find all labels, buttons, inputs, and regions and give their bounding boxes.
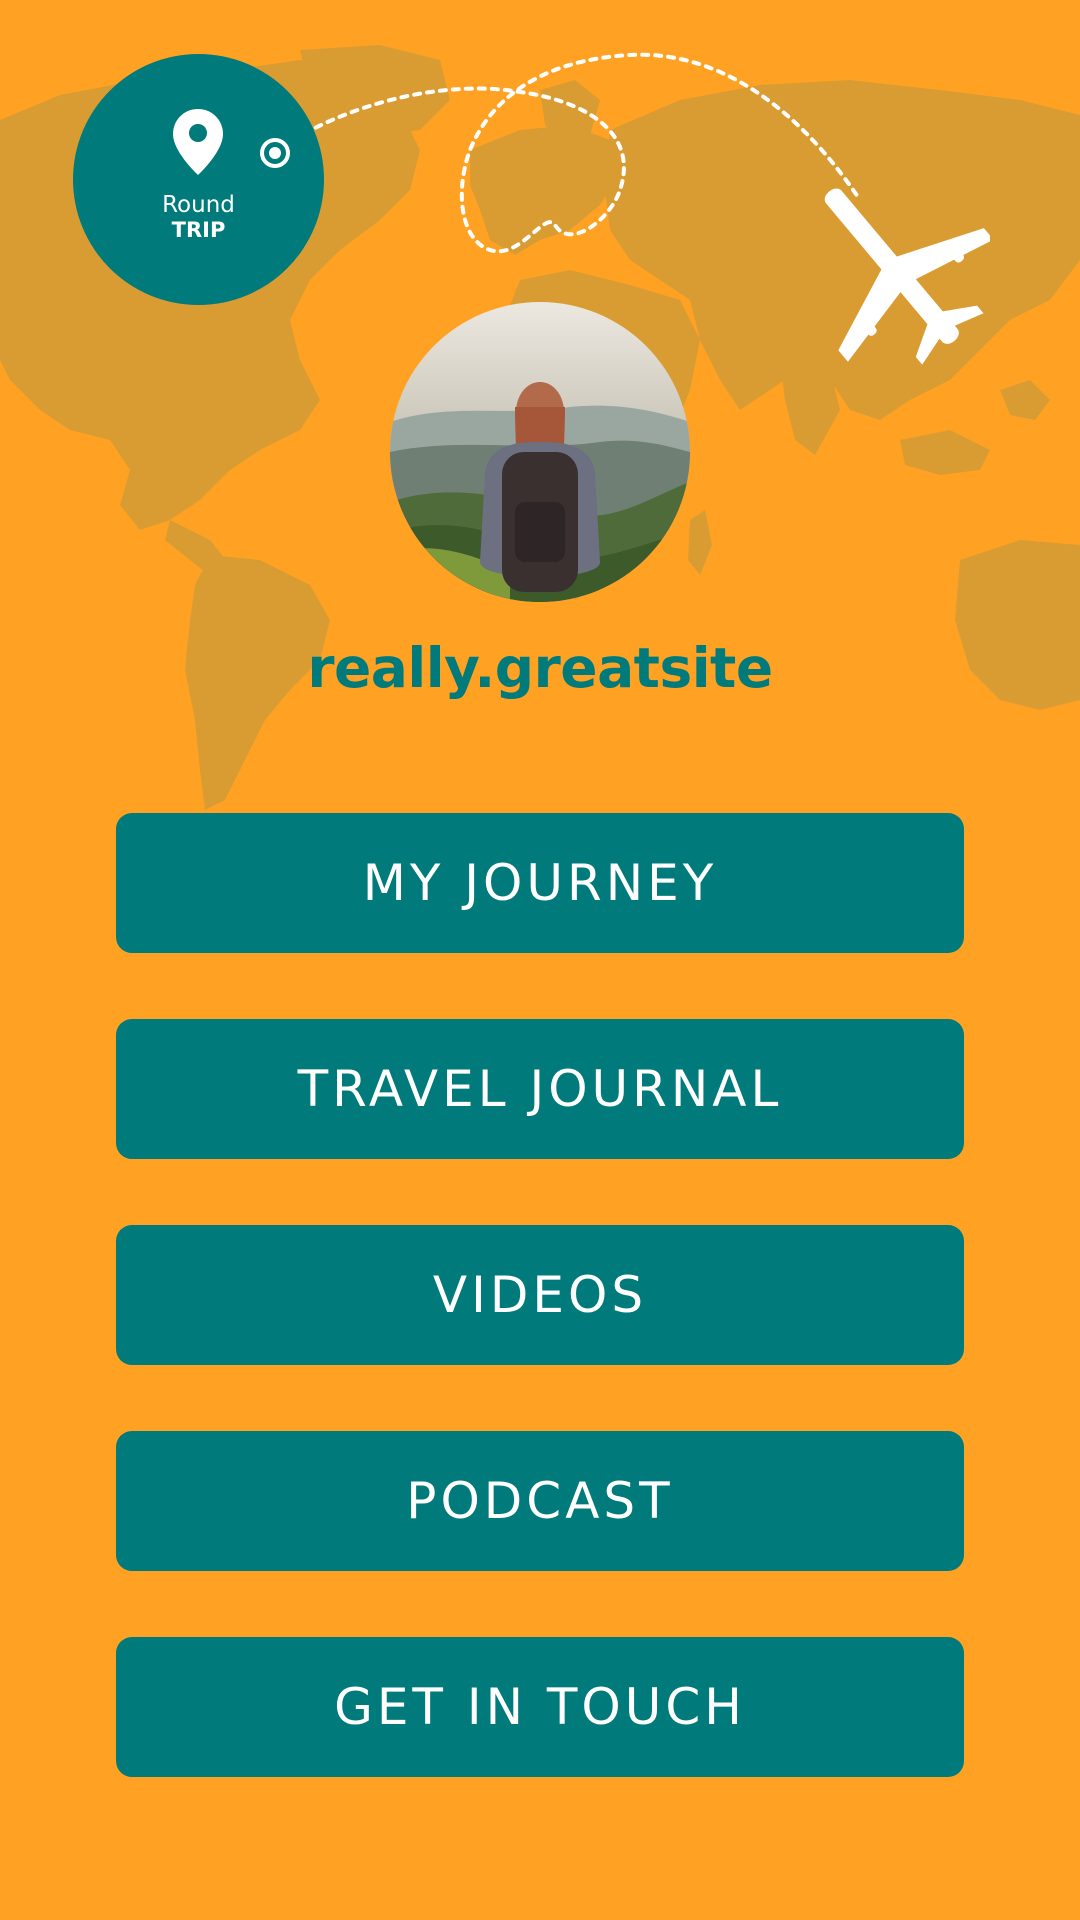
get-in-touch-button[interactable]: GET IN TOUCH (116, 1637, 964, 1777)
podcast-button[interactable]: PODCAST (116, 1431, 964, 1571)
my-journey-button[interactable]: MY JOURNEY (116, 813, 964, 953)
videos-button[interactable]: VIDEOS (116, 1225, 964, 1365)
traveler-with-backpack-photo (390, 302, 690, 602)
location-pin-icon (173, 109, 223, 175)
travel-journal-button[interactable]: TRAVEL JOURNAL (116, 1019, 964, 1159)
profile-photo (390, 302, 690, 602)
airplane-icon (824, 188, 990, 365)
round-trip-badge: Round TRIP (73, 54, 324, 305)
link-in-bio-page: Round TRIP really.greatsite MY JOURNEY T… (0, 0, 1080, 1920)
badge-label-round: Round (162, 192, 235, 218)
badge-label-trip: TRIP (171, 218, 226, 242)
site-name[interactable]: really.greatsite (0, 636, 1080, 700)
route-start-icon (260, 138, 290, 168)
